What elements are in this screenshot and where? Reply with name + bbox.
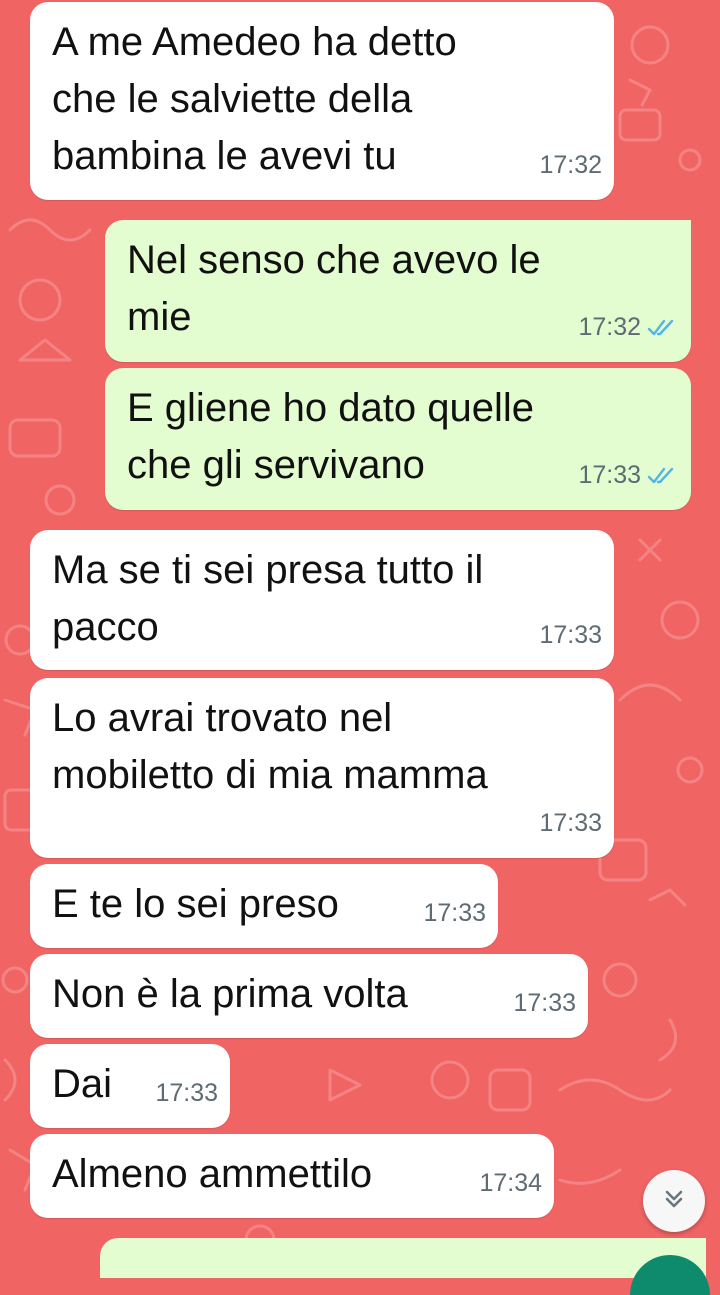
message-bubble-outgoing[interactable]: Nel senso che avevo le mie 17:32: [105, 220, 691, 362]
message-time: 17:33: [513, 989, 576, 1017]
message-time: 17:32: [539, 151, 602, 179]
message-meta: 17:33: [539, 607, 602, 664]
message-text: Ma se ti sei presa tutto il pacco: [52, 548, 484, 649]
message-time: 17:33: [578, 461, 641, 489]
double-check-icon: [647, 466, 677, 486]
message-meta: 17:34: [479, 1155, 542, 1212]
message-time: 17:32: [578, 313, 641, 341]
message-time: 17:33: [155, 1079, 218, 1107]
message-bubble-incoming[interactable]: Dai 17:33: [30, 1044, 230, 1128]
message-text: Non è la prima volta: [52, 972, 408, 1016]
message-bubble-outgoing[interactable]: E gliene ho dato quelle che gli servivan…: [105, 368, 691, 510]
message-meta: 17:32: [539, 137, 602, 194]
message-bubble-incoming[interactable]: Ma se ti sei presa tutto il pacco 17:33: [30, 530, 614, 670]
message-text: Lo avrai trovato nel mobiletto di mia ma…: [52, 696, 488, 797]
scroll-to-bottom-button[interactable]: [643, 1170, 705, 1232]
message-bubble-incoming[interactable]: A me Amedeo ha detto che le salviette de…: [30, 2, 614, 200]
message-time: 17:33: [423, 899, 486, 927]
message-time: 17:34: [479, 1169, 542, 1197]
message-text: A me Amedeo ha detto che le salviette de…: [52, 20, 457, 178]
message-text: Almeno ammettilo: [52, 1152, 373, 1196]
message-text: E te lo sei preso: [52, 882, 339, 926]
message-meta: 17:33: [155, 1065, 218, 1122]
message-bubble-incoming[interactable]: Lo avrai trovato nel mobiletto di mia ma…: [30, 678, 614, 858]
message-bubble-incoming[interactable]: Almeno ammettilo 17:34: [30, 1134, 554, 1218]
message-bubble-incoming[interactable]: E te lo sei preso 17:33: [30, 864, 498, 948]
message-bubble-outgoing-partial[interactable]: [100, 1238, 706, 1278]
message-meta: 17:33: [513, 975, 576, 1032]
double-check-icon: [647, 318, 677, 338]
message-bubble-incoming[interactable]: Non è la prima volta 17:33: [30, 954, 588, 1038]
message-time: 17:33: [539, 809, 602, 837]
message-time: 17:33: [539, 621, 602, 649]
double-chevron-down-icon: [660, 1185, 688, 1218]
message-meta: 17:33: [423, 885, 486, 942]
message-meta: 17:32: [578, 299, 677, 356]
message-meta: 17:33: [539, 795, 602, 852]
message-meta: 17:33: [578, 447, 677, 504]
